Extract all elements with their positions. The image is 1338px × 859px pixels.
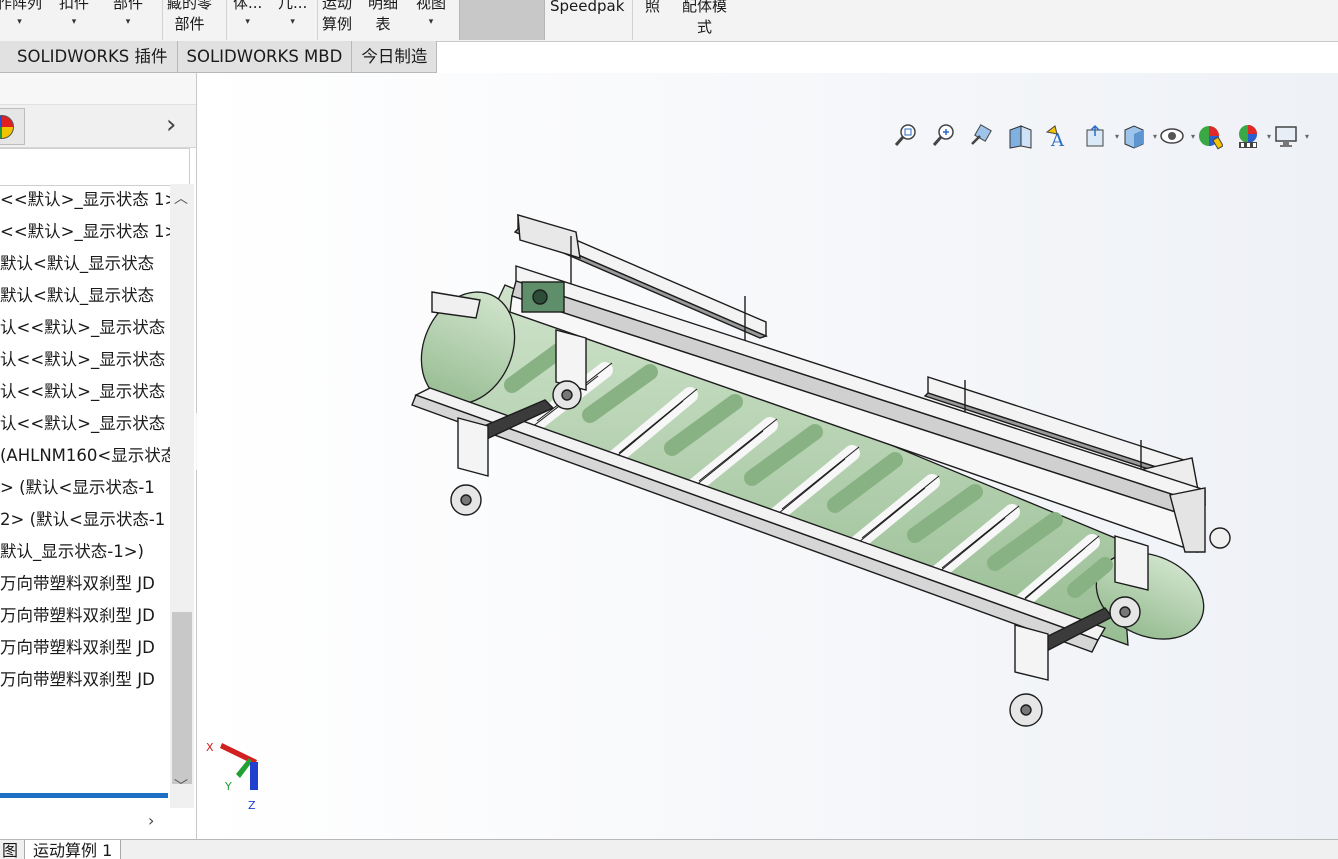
tab-motion-study-1[interactable]: 运动算例 1 xyxy=(24,840,122,859)
appearance-icon xyxy=(0,115,14,139)
tree-item[interactable]: 默认<默认_显示状态 xyxy=(0,280,170,312)
ribbon-hidden-components-button[interactable]: 藏的零 部件 xyxy=(167,0,212,35)
ribbon-label: 式 xyxy=(697,18,713,36)
panel-tab-row: › xyxy=(0,105,196,148)
ribbon-label: 几... xyxy=(278,0,308,12)
ribbon-label: 算例 xyxy=(322,15,353,33)
ribbon-motion-study-button[interactable]: 运动 算例 xyxy=(322,0,352,35)
ribbon-assembly-mode-button[interactable]: 配体模 式 xyxy=(682,0,727,38)
ribbon-separator xyxy=(162,0,163,40)
display-manager-tab[interactable] xyxy=(0,108,25,145)
ribbon-label: 表 xyxy=(375,15,391,33)
chevron-down-icon[interactable]: ▾ xyxy=(1153,132,1157,141)
chevron-down-icon[interactable]: ▾ xyxy=(59,14,89,30)
bottom-tab-bar: 图 运动算例 1 xyxy=(0,839,1338,859)
tree-item[interactable]: 认<<默认>_显示状态 xyxy=(0,408,170,440)
tree-item[interactable]: 2> (默认<显示状态-1 xyxy=(0,504,170,536)
triad-z-label: Z xyxy=(248,799,256,812)
hide-show-items-icon[interactable]: ▾ xyxy=(1159,122,1195,152)
feature-manager-panel: › <<默认>_显示状态 1> <<默认>_显示状态 1> 默认<默认_显示状态… xyxy=(0,73,197,839)
ribbon-label: 运动 xyxy=(322,0,353,12)
ribbon-snapshot-button[interactable]: 照 xyxy=(645,0,660,17)
tree-item[interactable]: 万向带塑料双刹型 JD xyxy=(0,664,170,696)
apply-scene-icon[interactable]: ▾ xyxy=(1235,122,1271,152)
display-style-icon[interactable]: ▾ xyxy=(1121,122,1157,152)
tree-item[interactable]: 认<<默认>_显示状态 xyxy=(0,376,170,408)
chevron-down-icon[interactable]: ▾ xyxy=(0,14,42,30)
tree-item[interactable]: <<默认>_显示状态 1> xyxy=(0,216,170,248)
ribbon-separator xyxy=(226,0,227,40)
feature-tree: <<默认>_显示状态 1> <<默认>_显示状态 1> 默认<默认_显示状态 默… xyxy=(0,184,170,804)
tab-manufacturing-today[interactable]: 今日制造 xyxy=(352,41,438,73)
tree-item[interactable]: 万向带塑料双刹型 JD xyxy=(0,568,170,600)
ribbon-bom-button[interactable]: 明细 表 xyxy=(368,0,398,35)
view-orientation-icon[interactable]: ▾ xyxy=(1083,122,1119,152)
scroll-right-icon[interactable]: › xyxy=(148,811,154,830)
chevron-down-icon[interactable]: ▾ xyxy=(1305,132,1309,141)
tree-item[interactable]: 万向带塑料双刹型 JD xyxy=(0,600,170,632)
ribbon-speedpak-button[interactable]: Speedpak xyxy=(550,0,624,17)
ribbon-label: 配体模 xyxy=(682,0,728,15)
ribbon-label: 扣件 xyxy=(59,0,90,12)
tab-solidworks-mbd[interactable]: SOLIDWORKS MBD xyxy=(177,41,353,73)
ribbon: 作阵列 ▾ 扣件 ▾ 部件 ▾ 藏的零 部件 体... ▾ 几... ▾ 运动 … xyxy=(0,0,1338,42)
scrollbar-thumb[interactable] xyxy=(172,612,192,784)
triad-x-label: X xyxy=(206,741,214,754)
view-settings-icon[interactable]: ▾ xyxy=(1273,122,1309,152)
ribbon-label: 视图 xyxy=(416,0,447,12)
chevron-down-icon[interactable]: ▾ xyxy=(1115,132,1119,141)
tab-solidworks-addins[interactable]: SOLIDWORKS 插件 xyxy=(0,41,178,73)
triad-y-label: Y xyxy=(224,780,232,793)
dynamic-annotation-icon[interactable]: A xyxy=(1045,122,1071,152)
ribbon-label: 藏的零 xyxy=(167,0,213,12)
chevron-down-icon[interactable]: ▾ xyxy=(1267,132,1271,141)
ribbon-label: 明细 xyxy=(368,0,399,12)
tree-item[interactable]: <<默认>_显示状态 1> xyxy=(0,184,170,216)
ribbon-active-button[interactable] xyxy=(459,0,545,40)
tree-item[interactable]: > (默认<显示状态-1 xyxy=(0,472,170,504)
edit-appearance-icon[interactable] xyxy=(1197,122,1224,152)
chevron-down-icon[interactable]: ▾ xyxy=(1191,132,1195,141)
command-manager-tabs: SOLIDWORKS 插件 SOLIDWORKS MBD 今日制造 xyxy=(0,41,438,73)
ribbon-label: 照 xyxy=(645,0,661,15)
chevron-down-icon[interactable]: ▾ xyxy=(233,14,262,30)
ribbon-fastener-button[interactable]: 扣件 ▾ xyxy=(59,0,89,30)
ribbon-geometry-button[interactable]: 几... ▾ xyxy=(278,0,307,30)
heads-up-view-toolbar: A ▾ ▾ ▾ ▾ ▾ xyxy=(893,117,1311,157)
ribbon-separator xyxy=(317,0,318,40)
ribbon-label: 部件 xyxy=(174,15,205,33)
tree-vertical-scrollbar[interactable]: ︿ ﹀ xyxy=(170,184,194,808)
chevron-down-icon[interactable]: ▾ xyxy=(113,14,143,30)
scroll-down-icon[interactable]: ﹀ xyxy=(174,776,188,796)
ribbon-view-button[interactable]: 视图 ▾ xyxy=(416,0,446,30)
chevron-down-icon[interactable]: ▾ xyxy=(278,14,307,30)
zoom-to-fit-icon[interactable] xyxy=(893,122,919,152)
tree-item[interactable]: 认<<默认>_显示状态 xyxy=(0,312,170,344)
ribbon-pattern-button[interactable]: 作阵列 ▾ xyxy=(0,0,42,30)
tree-item[interactable]: 默认<默认_显示状态 xyxy=(0,248,170,280)
horizontal-scroll-indicator xyxy=(0,793,168,798)
tree-filter-input[interactable] xyxy=(0,148,190,186)
section-view-icon[interactable] xyxy=(1007,122,1033,152)
chevron-down-icon[interactable]: ▾ xyxy=(416,14,446,30)
tab-model[interactable]: 图 xyxy=(0,840,28,859)
scroll-up-icon[interactable]: ︿ xyxy=(174,188,188,208)
ribbon-label: 作阵列 xyxy=(0,0,43,12)
tree-item[interactable]: 认<<默认>_显示状态 xyxy=(0,344,170,376)
tree-item[interactable]: 万向带塑料双刹型 JD xyxy=(0,632,170,664)
previous-view-icon[interactable] xyxy=(969,122,995,152)
tree-item[interactable]: (AHLNM160<显示状态 xyxy=(0,440,170,472)
ribbon-label: 体... xyxy=(233,0,263,12)
ribbon-label: 部件 xyxy=(113,0,144,12)
tree-item[interactable]: 默认_显示状态-1>) xyxy=(0,536,170,568)
ribbon-component-button[interactable]: 部件 ▾ xyxy=(113,0,143,30)
ribbon-label: Speedpak xyxy=(550,0,625,15)
ribbon-separator xyxy=(632,0,633,40)
panel-header xyxy=(0,73,196,105)
chevron-right-icon[interactable]: › xyxy=(166,111,176,139)
zoom-to-area-icon[interactable] xyxy=(931,122,957,152)
graphics-area[interactable]: X Y Z A ▾ ▾ ▾ ▾ ▾ xyxy=(197,73,1338,839)
conveyor-model[interactable]: X Y Z xyxy=(197,73,1338,839)
ribbon-body-button[interactable]: 体... ▾ xyxy=(233,0,262,30)
